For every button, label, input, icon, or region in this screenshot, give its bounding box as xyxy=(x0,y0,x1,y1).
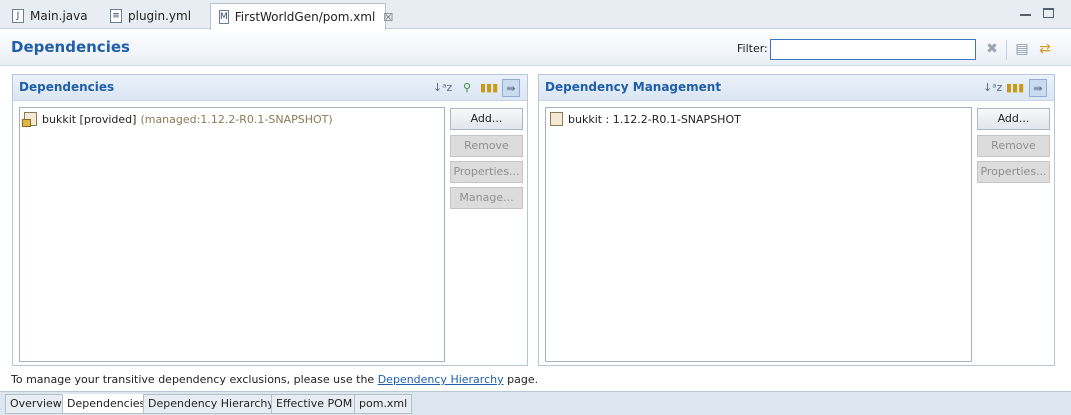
section-title: Dependency Management xyxy=(545,80,722,94)
refresh-icon[interactable]: ⇄ xyxy=(1037,41,1053,57)
exclusions-hint: To manage your transitive dependency exc… xyxy=(11,373,538,386)
hint-suffix: page. xyxy=(507,373,539,386)
effective-pom-icon[interactable]: ▤ xyxy=(1014,41,1030,57)
close-icon[interactable]: ☒ xyxy=(383,11,393,24)
tab-effective-pom[interactable]: Effective POM xyxy=(271,394,358,414)
dependencies-list[interactable]: bukkit [provided] (managed:1.12.2-R0.1-S… xyxy=(19,107,445,362)
tab-overview[interactable]: Overview xyxy=(5,394,67,414)
dependency-management-list[interactable]: bukkit : 1.12.2-R0.1-SNAPSHOT xyxy=(545,107,972,362)
hint-prefix: To manage your transitive dependency exc… xyxy=(11,373,375,386)
list-item[interactable]: bukkit : 1.12.2-R0.1-SNAPSHOT xyxy=(550,112,741,126)
toolbar-separator xyxy=(1006,40,1007,60)
yml-file-icon: ≡ xyxy=(110,9,122,23)
tab-pom-xml-source[interactable]: pom.xml xyxy=(354,394,413,414)
tab-label: plugin.yml xyxy=(128,9,192,23)
section-title: Dependencies xyxy=(19,80,115,94)
dependencies-section: Dependencies ↓ᵃz ⚲ ▮▮▮ ⇛ bukkit [provide… xyxy=(12,74,528,366)
filter-label: Filter: xyxy=(737,42,768,55)
show-version-icon[interactable]: ▮▮▮ xyxy=(480,79,498,97)
jar-icon xyxy=(22,112,37,127)
show-groupid-icon[interactable]: ⚲ xyxy=(458,79,476,97)
sort-az-icon[interactable]: ↓ᵃz xyxy=(983,79,1002,97)
manage-dependency-button[interactable]: Manage... xyxy=(450,187,523,209)
jar-icon xyxy=(550,112,563,126)
tab-dependencies[interactable]: Dependencies xyxy=(62,394,151,414)
filter-input[interactable] xyxy=(770,39,976,60)
add-managed-dependency-button[interactable]: Add... xyxy=(977,108,1050,130)
managed-dependency-name: bukkit : 1.12.2-R0.1-SNAPSHOT xyxy=(568,112,741,126)
java-file-icon: J xyxy=(12,9,24,23)
show-version-icon[interactable]: ▮▮▮ xyxy=(1006,79,1024,97)
tab-plugin-yml[interactable]: ≡ plugin.yml xyxy=(102,4,199,28)
managed-dependency-properties-button[interactable]: Properties... xyxy=(977,161,1050,183)
minimize-icon[interactable] xyxy=(1020,10,1031,16)
remove-dependency-button[interactable]: Remove xyxy=(450,135,523,157)
list-item[interactable]: bukkit [provided] (managed:1.12.2-R0.1-S… xyxy=(22,112,333,127)
managed-version: (managed:1.12.2-R0.1-SNAPSHOT) xyxy=(140,112,333,126)
dependency-management-section-header: Dependency Management ↓ᵃz ▮▮▮ ⇛ xyxy=(539,75,1054,101)
add-dependency-button[interactable]: Add... xyxy=(450,108,523,130)
editor-tab-bar: J Main.java ≡ plugin.yml M FirstWorldGen… xyxy=(0,0,1071,30)
tab-pom-xml[interactable]: M FirstWorldGen/pom.xml ☒ xyxy=(210,3,393,30)
dependency-name: bukkit [provided] xyxy=(42,112,137,126)
clear-filter-icon[interactable]: ✖ xyxy=(984,41,1000,57)
tab-dependency-hierarchy[interactable]: Dependency Hierarchy xyxy=(143,394,279,414)
tab-label: Main.java xyxy=(30,9,88,23)
page-title: Dependencies xyxy=(11,38,130,56)
sort-az-icon[interactable]: ↓ᵃz xyxy=(433,79,452,97)
maven-file-icon: M xyxy=(219,10,229,24)
page-tab-bar: Overview Dependencies Dependency Hierarc… xyxy=(0,391,1071,415)
maximize-icon[interactable] xyxy=(1043,8,1054,18)
dependency-properties-button[interactable]: Properties... xyxy=(450,161,523,183)
tab-label: FirstWorldGen/pom.xml xyxy=(234,10,376,24)
dependency-hierarchy-link[interactable]: Dependency Hierarchy xyxy=(378,373,504,386)
remove-managed-dependency-button[interactable]: Remove xyxy=(977,135,1050,157)
form-header: Dependencies Filter: ✖ ▤ ⇄ xyxy=(0,30,1071,66)
tab-main-java[interactable]: J Main.java xyxy=(4,4,96,28)
show-inherited-icon[interactable]: ⇛ xyxy=(502,79,520,97)
show-inherited-icon[interactable]: ⇛ xyxy=(1029,79,1047,97)
dependency-management-section: Dependency Management ↓ᵃz ▮▮▮ ⇛ bukkit :… xyxy=(538,74,1055,366)
dependencies-section-header: Dependencies ↓ᵃz ⚲ ▮▮▮ ⇛ xyxy=(13,75,527,101)
